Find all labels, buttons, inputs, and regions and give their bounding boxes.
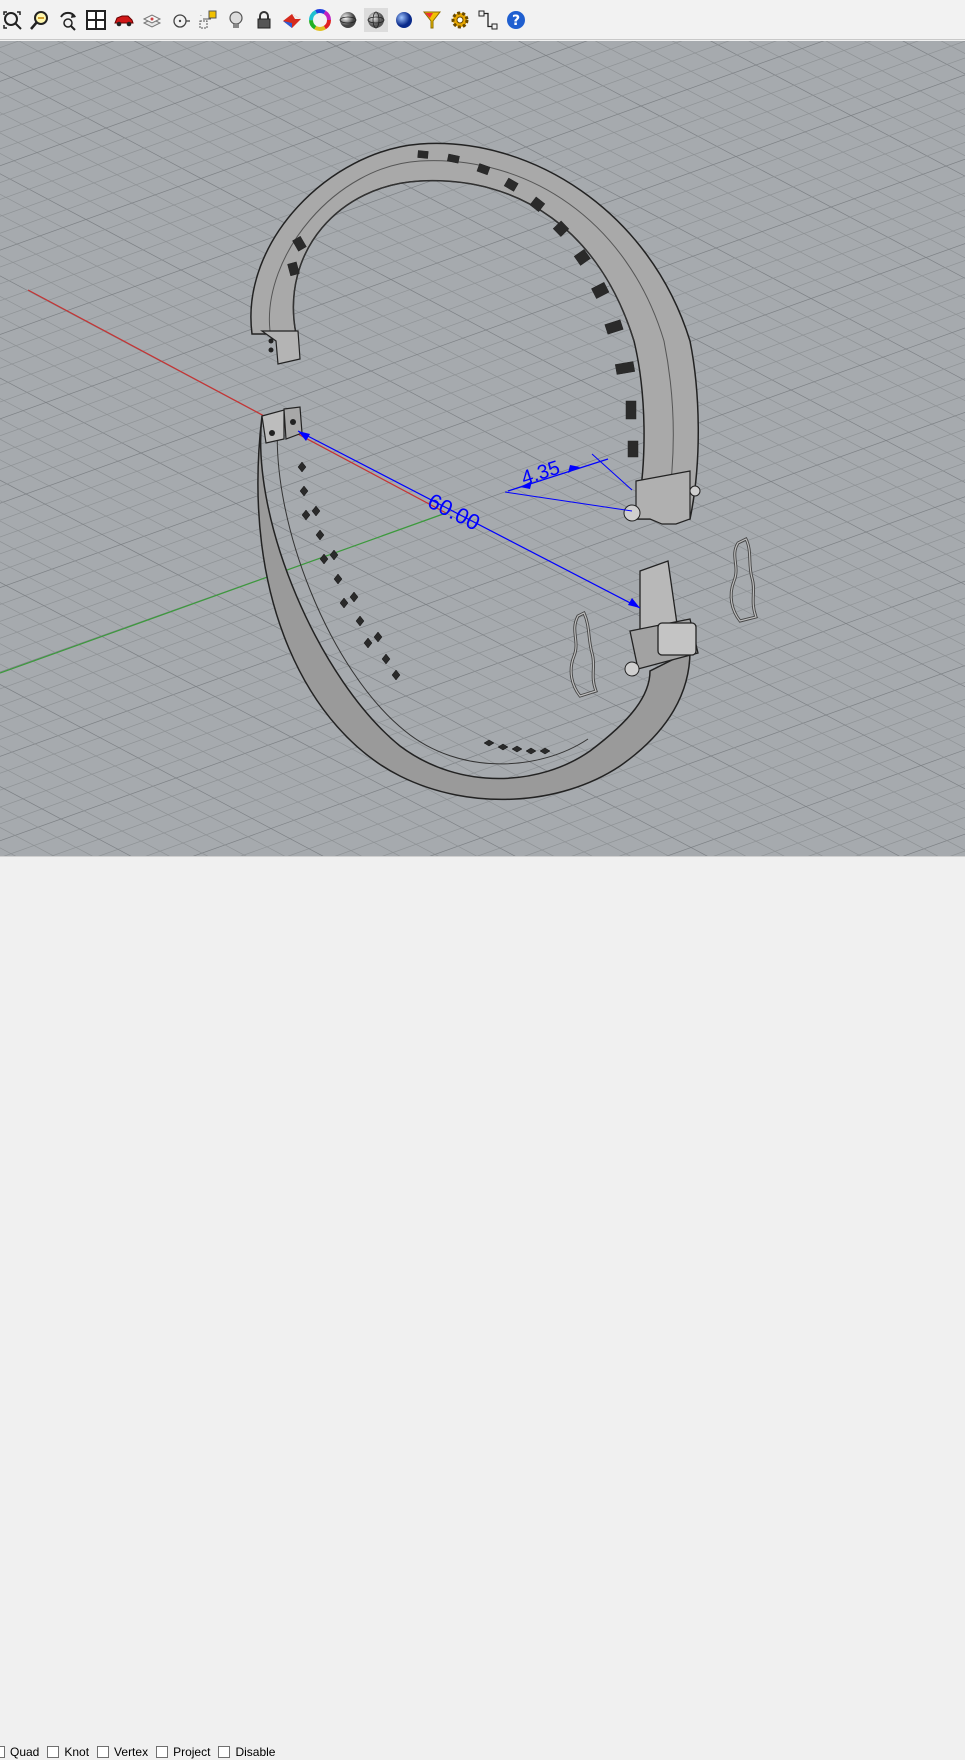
osnap-project-label: Project [173,1745,211,1759]
layer-props-icon[interactable] [140,8,164,32]
osnap-disable-checkbox[interactable] [218,1746,231,1758]
osnap-knot[interactable]: Knot [47,1745,89,1759]
osnap-project[interactable]: Project [156,1745,210,1759]
osnap-disable[interactable]: Disable [218,1745,275,1759]
osnap-vertex-label: Vertex [114,1745,149,1759]
osnap-quad-checkbox[interactable] [0,1746,5,1758]
osnap-project-checkbox[interactable] [156,1746,169,1758]
history-icon[interactable] [476,8,500,32]
osnap-knot-checkbox[interactable] [47,1746,60,1758]
gear-options-icon[interactable] [448,8,472,32]
help-icon[interactable]: ? [504,8,528,32]
osnap-vertex-checkbox[interactable] [97,1746,110,1758]
zoom-extents-icon[interactable] [0,8,24,32]
spring-clip-right [729,536,758,623]
point-snap-icon[interactable] [168,8,192,32]
osnap-quad[interactable]: Quad [0,1745,39,1759]
model-canvas: 60.00 4.35 [0,41,965,856]
four-viewports-icon[interactable] [84,8,108,32]
osnap-knot-label: Knot [64,1745,90,1759]
osnap-vertex[interactable]: Vertex [97,1745,148,1759]
material-icon[interactable] [280,8,304,32]
y-axis-line [0,512,447,674]
light-bulb-icon[interactable] [224,8,248,32]
status-bar: Quad Knot Vertex Project Disable [0,856,965,1759]
dimension-4-35-label: 4.35 [519,457,563,490]
svg-text:?: ? [512,13,520,29]
car-icon[interactable] [112,8,136,32]
zoom-window-icon[interactable] [28,8,52,32]
osnap-quad-label: Quad [10,1745,40,1759]
lock-icon[interactable] [252,8,276,32]
x-axis-line [27,289,447,514]
perspective-viewport[interactable]: 60.00 4.35 [0,41,965,856]
funnel-filter-icon[interactable] [420,8,444,32]
dimension-4-35[interactable]: 4.35 [504,453,633,512]
osnap-disable-label: Disable [235,1745,276,1759]
dimension-60-label: 60.00 [424,488,484,535]
osnap-bar: Quad Knot Vertex Project Disable [0,1744,283,1760]
rotate-view-icon[interactable] [56,8,80,32]
sphere-render-icon[interactable] [392,8,416,32]
sphere-wire-icon[interactable] [364,7,388,32]
sphere-shaded-icon[interactable] [336,8,360,32]
main-toolbar: · ? [0,0,965,40]
svg-text:·: · [200,13,202,20]
color-wheel-icon[interactable] [308,8,332,32]
object-snap-icon[interactable]: · [196,8,220,32]
